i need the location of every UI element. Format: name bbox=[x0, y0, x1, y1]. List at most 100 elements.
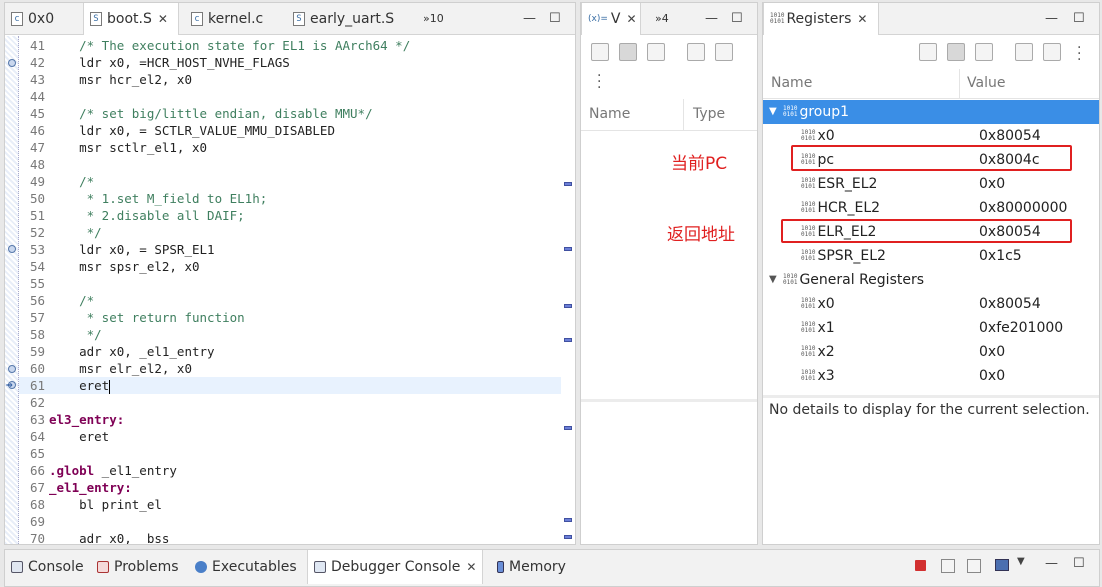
collapse-all-icon[interactable] bbox=[919, 43, 937, 61]
code-editor[interactable]: 41 /* The execution state for EL1 is AAr… bbox=[5, 36, 575, 544]
expand-triangle-icon[interactable]: ▼ bbox=[769, 268, 777, 292]
add-global-variables-icon[interactable] bbox=[687, 43, 705, 61]
code-line[interactable]: 42 ldr x0, =HCR_HOST_NVHE_FLAGS bbox=[19, 54, 561, 71]
show-logical-structure-icon[interactable] bbox=[647, 43, 665, 61]
chevron-down-icon[interactable]: ▼ bbox=[1017, 556, 1025, 567]
code-line[interactable]: 51 * 2.disable all DAIF; bbox=[19, 207, 561, 224]
code-line[interactable]: 54 msr spsr_el2, x0 bbox=[19, 258, 561, 275]
close-icon[interactable]: ✕ bbox=[626, 12, 636, 26]
code-line[interactable]: 55 bbox=[19, 275, 561, 292]
overview-ruler-mark[interactable] bbox=[564, 518, 572, 522]
maximize-icon[interactable]: ☐ bbox=[1073, 11, 1085, 26]
register-row[interactable]: 1010 0101 SPSR_EL2 0x1c5 bbox=[763, 244, 1099, 268]
tab-kernel-c[interactable]: c kernel.c bbox=[179, 3, 283, 35]
code-line[interactable]: 62 bbox=[19, 394, 561, 411]
overview-ruler-mark[interactable] bbox=[564, 304, 572, 308]
details-divider bbox=[581, 399, 757, 402]
view-menu-icon[interactable]: · · · bbox=[597, 69, 601, 95]
code-line[interactable]: 49 /* bbox=[19, 173, 561, 190]
maximize-icon[interactable]: ☐ bbox=[731, 11, 743, 26]
code-line[interactable]: 66 .globl _el1_entry bbox=[19, 462, 561, 479]
tab-executables[interactable]: Executables bbox=[195, 550, 297, 584]
register-row[interactable]: 1010 0101 x0 0x80054 bbox=[763, 292, 1099, 316]
code-line[interactable]: 50 * 1.set M_field to EL1h; bbox=[19, 190, 561, 207]
register-row[interactable]: 1010 0101 ESR_EL2 0x0 bbox=[763, 172, 1099, 196]
view-menu-icon[interactable]: · · · bbox=[1077, 41, 1081, 67]
overview-ruler-mark[interactable] bbox=[564, 338, 572, 342]
tab-memory[interactable]: Memory bbox=[497, 550, 566, 584]
minimize-icon[interactable]: — bbox=[1045, 556, 1058, 571]
register-row[interactable]: 1010 0101 HCR_EL2 0x80000000 bbox=[763, 196, 1099, 220]
minimize-icon[interactable]: — bbox=[523, 11, 536, 26]
gutter-marker-icon[interactable] bbox=[8, 59, 16, 67]
collapse-all-icon[interactable] bbox=[591, 43, 609, 61]
code-line[interactable]: 52 */ bbox=[19, 224, 561, 241]
show-type-names-icon[interactable] bbox=[947, 43, 965, 61]
tab-boot-s[interactable]: S boot.S ✕ bbox=[83, 3, 179, 35]
code-line[interactable]: 60 msr elr_el2, x0 bbox=[19, 360, 561, 377]
edit-register-group-icon[interactable] bbox=[1043, 43, 1061, 61]
col-name-header[interactable]: Name bbox=[771, 75, 812, 91]
col-name-header[interactable]: Name bbox=[589, 106, 630, 122]
tab-debugger-console[interactable]: Debugger Console ✕ bbox=[307, 550, 484, 584]
code-line[interactable]: 64 eret bbox=[19, 428, 561, 445]
tab-overflow-indicator[interactable]: »4 bbox=[655, 12, 669, 25]
close-icon[interactable]: ✕ bbox=[466, 550, 476, 584]
code-line[interactable]: 61 eret bbox=[19, 377, 561, 394]
col-value-header[interactable]: Value bbox=[967, 75, 1005, 91]
overview-ruler-mark[interactable] bbox=[564, 535, 572, 539]
maximize-icon[interactable]: ☐ bbox=[1073, 556, 1085, 571]
minimize-icon[interactable]: — bbox=[705, 11, 718, 26]
code-line[interactable]: 57 * set return function bbox=[19, 309, 561, 326]
register-row[interactable]: 1010 0101 x2 0x0 bbox=[763, 340, 1099, 364]
expand-triangle-icon[interactable]: ▼ bbox=[769, 100, 777, 124]
code-line[interactable]: 44 bbox=[19, 88, 561, 105]
tab-0x0[interactable]: c 0x0 bbox=[5, 3, 83, 35]
add-register-group-icon[interactable] bbox=[1015, 43, 1033, 61]
tab-console[interactable]: Console bbox=[11, 550, 84, 584]
display-console-icon[interactable] bbox=[995, 559, 1009, 571]
code-line[interactable]: 47 msr sctlr_el1, x0 bbox=[19, 139, 561, 156]
code-line[interactable]: 68 bl print_el bbox=[19, 496, 561, 513]
code-line[interactable]: 48 bbox=[19, 156, 561, 173]
clear-console-icon[interactable] bbox=[941, 559, 955, 573]
scroll-lock-icon[interactable] bbox=[967, 559, 981, 573]
code-line[interactable]: 53 ldr x0, = SPSR_EL1 bbox=[19, 241, 561, 258]
minimize-icon[interactable]: — bbox=[1045, 11, 1058, 26]
code-line[interactable]: 43 msr hcr_el2, x0 bbox=[19, 71, 561, 88]
code-line[interactable]: 65 bbox=[19, 445, 561, 462]
gutter-marker-icon[interactable] bbox=[8, 245, 16, 253]
overview-ruler-mark[interactable] bbox=[564, 182, 572, 186]
remove-global-variables-icon[interactable] bbox=[715, 43, 733, 61]
register-group-row[interactable]: ▼ 1010 0101 General Registers bbox=[763, 268, 1099, 292]
register-row[interactable]: 1010 0101 x1 0xfe201000 bbox=[763, 316, 1099, 340]
overview-ruler-mark[interactable] bbox=[564, 426, 572, 430]
show-logical-structure-icon[interactable] bbox=[975, 43, 993, 61]
code-line[interactable]: 56 /* bbox=[19, 292, 561, 309]
terminate-icon[interactable] bbox=[915, 560, 926, 571]
tab-registers[interactable]: 1010 0101 Registers ✕ bbox=[763, 3, 879, 35]
code-line[interactable]: 59 adr x0, _el1_entry bbox=[19, 343, 561, 360]
code-line[interactable]: 69 bbox=[19, 513, 561, 530]
register-group-row[interactable]: ▼ 1010 0101 group1 bbox=[763, 100, 1099, 124]
maximize-icon[interactable]: ☐ bbox=[549, 11, 561, 26]
tab-early-uart-s[interactable]: S early_uart.S bbox=[283, 3, 413, 35]
code-line[interactable]: 63 el3_entry: bbox=[19, 411, 561, 428]
gutter-marker-icon[interactable] bbox=[8, 365, 16, 373]
code-line[interactable]: 67 _el1_entry: bbox=[19, 479, 561, 496]
tab-problems[interactable]: Problems bbox=[97, 550, 179, 584]
tab-overflow-indicator[interactable]: »10 bbox=[423, 12, 444, 25]
register-group-icon: 1010 0101 bbox=[783, 273, 798, 286]
tab-variables[interactable]: (x)= V ✕ bbox=[581, 3, 641, 35]
overview-ruler-mark[interactable] bbox=[564, 247, 572, 251]
close-icon[interactable]: ✕ bbox=[158, 12, 168, 26]
col-type-header[interactable]: Type bbox=[693, 106, 725, 122]
code-line[interactable]: 45 /* set big/little endian, disable MMU… bbox=[19, 105, 561, 122]
code-line[interactable]: 70 adr x0, _bss bbox=[19, 530, 561, 544]
code-line[interactable]: 41 /* The execution state for EL1 is AAr… bbox=[19, 37, 561, 54]
code-line[interactable]: 58 */ bbox=[19, 326, 561, 343]
close-icon[interactable]: ✕ bbox=[857, 12, 867, 26]
register-row[interactable]: 1010 0101 x3 0x0 bbox=[763, 364, 1099, 388]
show-type-names-icon[interactable] bbox=[619, 43, 637, 61]
code-line[interactable]: 46 ldr x0, = SCTLR_VALUE_MMU_DISABLED bbox=[19, 122, 561, 139]
